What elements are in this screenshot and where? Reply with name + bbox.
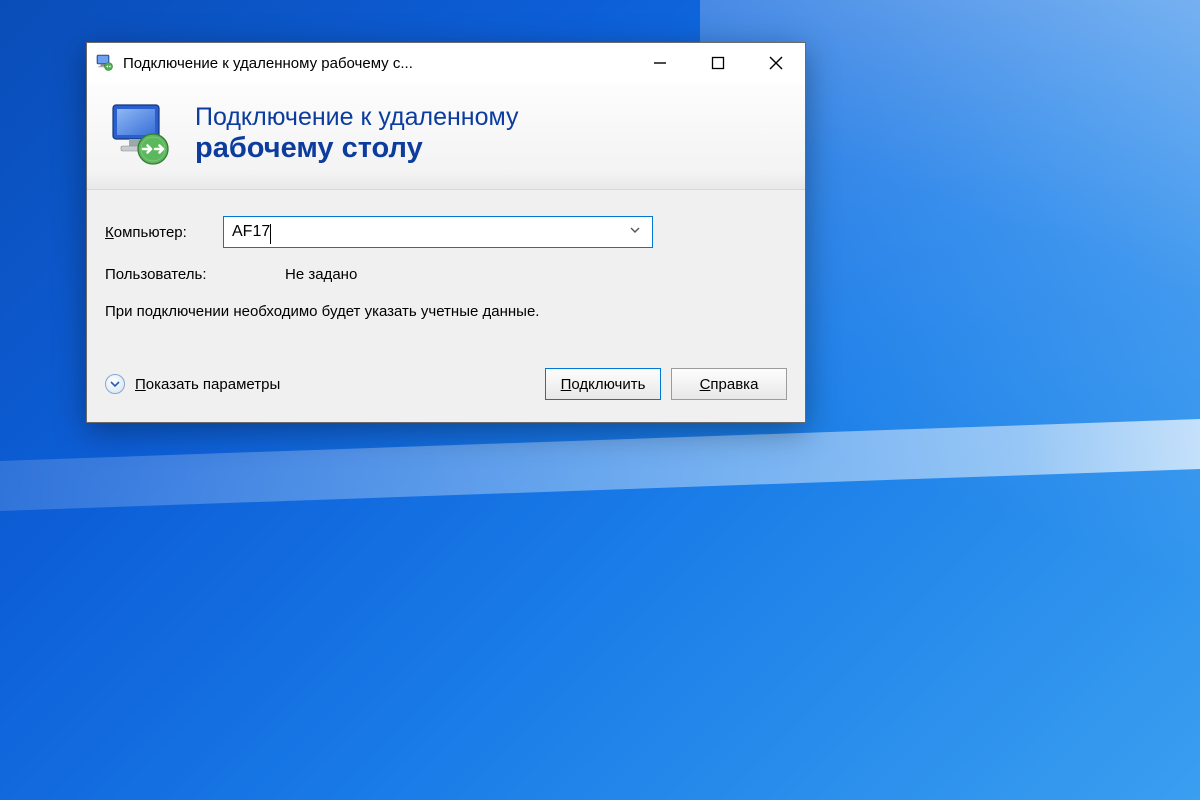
minimize-button[interactable] <box>631 43 689 83</box>
computer-value: AF17 <box>232 223 626 241</box>
banner-line2: рабочему столу <box>195 132 519 165</box>
rdp-banner-icon <box>107 99 177 169</box>
info-text: При подключении необходимо будет указать… <box>105 301 787 322</box>
rdp-app-icon <box>95 53 115 73</box>
window-title: Подключение к удаленному рабочему с... <box>123 55 413 72</box>
connect-button[interactable]: Подключить <box>545 368 661 400</box>
dialog-footer: Показать параметры Подключить Справка <box>87 354 805 422</box>
banner-text: Подключение к удаленному рабочему столу <box>195 103 519 165</box>
show-options-link[interactable]: Показать параметры <box>135 376 280 393</box>
chevron-down-icon[interactable] <box>626 223 644 241</box>
maximize-button[interactable] <box>689 43 747 83</box>
computer-combobox[interactable]: AF17 <box>223 216 653 248</box>
user-label: Пользователь: <box>105 266 223 283</box>
expand-options-icon[interactable] <box>105 374 125 394</box>
computer-label: Компьютер: <box>105 224 223 241</box>
banner-line1: Подключение к удаленному <box>195 103 519 132</box>
help-button[interactable]: Справка <box>671 368 787 400</box>
close-button[interactable] <box>747 43 805 83</box>
dialog-content: Компьютер: AF17 Пользователь: Не задано … <box>87 190 805 354</box>
banner: Подключение к удаленному рабочему столу <box>87 83 805 190</box>
rdp-dialog: Подключение к удаленному рабочему с... <box>86 42 806 423</box>
titlebar[interactable]: Подключение к удаленному рабочему с... <box>87 43 805 83</box>
user-value: Не задано <box>285 266 357 283</box>
